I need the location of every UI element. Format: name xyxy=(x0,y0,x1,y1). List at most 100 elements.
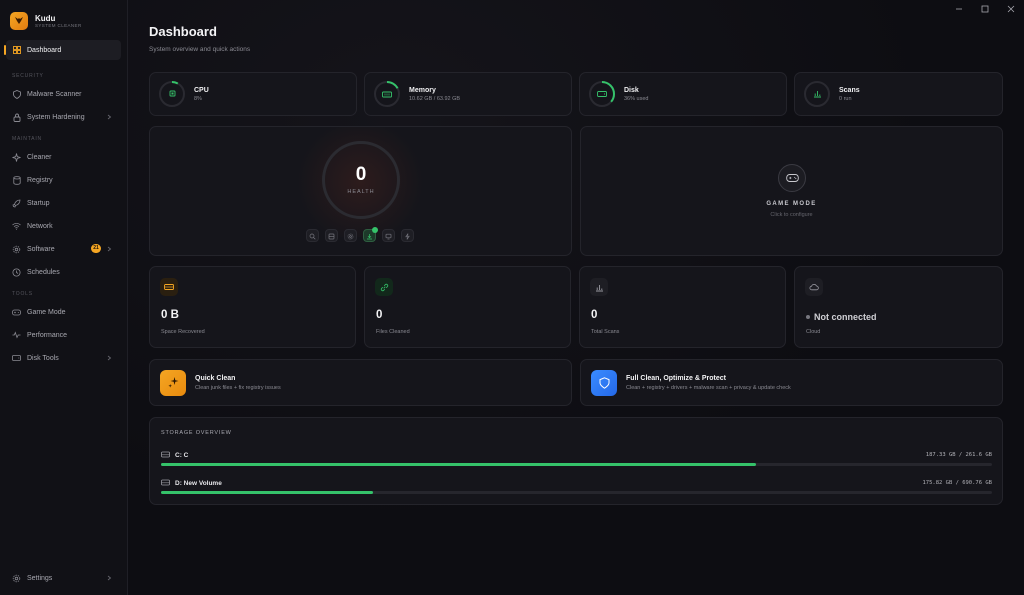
memory-usage-ring xyxy=(374,81,400,107)
gear-icon xyxy=(12,245,21,254)
sidebar-item-label: Startup xyxy=(27,199,50,207)
health-score-label: HEALTH xyxy=(347,189,375,195)
health-card[interactable]: 0 HEALTH xyxy=(149,126,572,256)
cloud-card[interactable]: Not connected Cloud xyxy=(794,266,1003,348)
sidebar-item-label: Game Mode xyxy=(27,308,66,316)
quick-clean-title: Quick Clean xyxy=(195,374,236,382)
chevron-right-icon xyxy=(105,245,113,253)
settings-gear-icon xyxy=(12,574,21,583)
sidebar: Kudu SYSTEM CLEANER Dashboard SECURITY M… xyxy=(0,0,128,595)
drive-size: 175.82 GB / 690.76 GB xyxy=(922,480,992,486)
storage-overview-card: STORAGE OVERVIEW C: C 187.33 GB / 261.6 … xyxy=(149,417,1003,505)
disk-stat-value: 36% used xyxy=(624,95,649,102)
full-clean-button[interactable]: Full Clean, Optimize & Protect Clean + r… xyxy=(580,359,1003,406)
gamepad-icon xyxy=(778,164,806,192)
drive-usage-fill xyxy=(161,463,756,466)
cloud-status: Not connected xyxy=(806,312,877,322)
scans-stat-name: Scans xyxy=(839,86,860,94)
health-score-ring: 0 HEALTH xyxy=(322,141,400,219)
sidebar-item-label: Malware Scanner xyxy=(27,90,82,98)
sidebar-item-label: Software xyxy=(27,245,55,253)
sidebar-item-network[interactable]: Network xyxy=(6,216,121,236)
bar-chart-icon xyxy=(590,278,608,296)
page-subtitle: System overview and quick actions xyxy=(149,46,251,53)
health-check-performance[interactable] xyxy=(401,229,414,242)
minimize-button[interactable] xyxy=(954,4,964,14)
shield-icon xyxy=(591,369,617,396)
brand: Kudu SYSTEM CLEANER xyxy=(0,0,127,32)
section-security: SECURITY xyxy=(12,73,44,79)
app-window: Kudu SYSTEM CLEANER Dashboard SECURITY M… xyxy=(0,0,1024,595)
cpu-usage-arc xyxy=(159,81,185,107)
health-check-updates[interactable] xyxy=(363,227,378,242)
sidebar-item-software[interactable]: Software 21 xyxy=(6,239,121,259)
database-icon xyxy=(328,227,335,245)
storage-overview-title: STORAGE OVERVIEW xyxy=(161,430,232,436)
disk-stat-card[interactable]: Disk 36% used xyxy=(579,72,787,116)
sidebar-item-settings[interactable]: Settings xyxy=(6,568,121,588)
health-check-registry[interactable] xyxy=(325,229,338,242)
lock-icon xyxy=(12,113,21,122)
health-check-settings[interactable] xyxy=(344,229,357,242)
brand-subtitle: SYSTEM CLEANER xyxy=(35,22,82,28)
gamepad-icon xyxy=(12,308,21,317)
sidebar-item-malware-scanner[interactable]: Malware Scanner xyxy=(6,84,121,104)
cloud-status-text: Not connected xyxy=(814,312,877,322)
sidebar-item-startup[interactable]: Startup xyxy=(6,193,121,213)
drive-usage-track xyxy=(161,463,992,466)
sidebar-item-game-mode[interactable]: Game Mode xyxy=(6,302,121,322)
shield-icon xyxy=(12,89,21,99)
kudu-logo-icon xyxy=(10,12,28,30)
health-check-search[interactable] xyxy=(306,229,319,242)
sidebar-item-dashboard[interactable]: Dashboard xyxy=(4,40,121,60)
disk-usage-ring xyxy=(589,81,615,107)
clock-icon xyxy=(12,268,21,277)
sidebar-item-label: Registry xyxy=(27,176,53,184)
drive-name: D: New Volume xyxy=(161,479,222,488)
database-icon xyxy=(12,175,21,185)
sidebar-item-performance[interactable]: Performance xyxy=(6,325,121,345)
scans-stat-value: 0 run xyxy=(839,95,852,102)
drive-row[interactable]: D: New Volume 175.82 GB / 690.76 GB xyxy=(161,479,992,499)
quick-clean-subtitle: Clean junk files + fix registry issues xyxy=(195,384,281,391)
cloud-label: Cloud xyxy=(806,329,821,335)
sidebar-item-schedules[interactable]: Schedules xyxy=(6,262,121,282)
quick-clean-button[interactable]: Quick Clean Clean junk files + fix regis… xyxy=(149,359,572,406)
disk-stat-name: Disk xyxy=(624,86,639,94)
sidebar-item-label: Network xyxy=(27,222,53,230)
sidebar-item-label: Disk Tools xyxy=(27,354,59,362)
main-content: Dashboard System overview and quick acti… xyxy=(128,0,1024,595)
sidebar-item-label: Cleaner xyxy=(27,153,52,161)
files-cleaned-value: 0 xyxy=(376,309,383,321)
sidebar-item-label: Dashboard xyxy=(27,46,62,54)
rocket-icon xyxy=(12,199,21,208)
gear-icon xyxy=(347,227,354,245)
memory-stat-card[interactable]: Memory 10.62 GB / 63.92 GB xyxy=(364,72,572,116)
close-button[interactable] xyxy=(1006,4,1016,14)
sparkle-icon xyxy=(12,152,21,162)
bar-chart-icon xyxy=(813,85,822,103)
total-scans-label: Total Scans xyxy=(591,329,620,335)
space-recovered-card: 0 B Space Recovered xyxy=(149,266,356,348)
sidebar-item-system-hardening[interactable]: System Hardening xyxy=(6,107,121,127)
health-check-display[interactable] xyxy=(382,229,395,242)
sidebar-item-cleaner[interactable]: Cleaner xyxy=(6,147,121,167)
drive-row[interactable]: C: C 187.33 GB / 261.6 GB xyxy=(161,451,992,471)
drive-name: C: C xyxy=(161,451,188,460)
cpu-stat-card[interactable]: CPU 8% xyxy=(149,72,357,116)
wifi-icon xyxy=(12,222,21,231)
scans-stat-card[interactable]: Scans 0 run xyxy=(794,72,1003,116)
maximize-button[interactable] xyxy=(980,4,990,14)
link-icon xyxy=(375,278,393,296)
files-cleaned-card: 0 Files Cleaned xyxy=(364,266,571,348)
game-mode-card[interactable]: GAME MODE Click to configure xyxy=(580,126,1003,256)
sidebar-item-registry[interactable]: Registry xyxy=(6,170,121,190)
software-update-badge: 21 xyxy=(91,244,101,253)
memory-usage-arc xyxy=(374,81,400,107)
cloud-icon xyxy=(805,278,823,296)
grid-icon xyxy=(12,46,21,55)
chevron-right-icon xyxy=(105,113,113,121)
drive-label: D: New Volume xyxy=(175,480,222,487)
sidebar-item-disk-tools[interactable]: Disk Tools xyxy=(6,348,121,368)
chevron-right-icon xyxy=(105,354,113,362)
